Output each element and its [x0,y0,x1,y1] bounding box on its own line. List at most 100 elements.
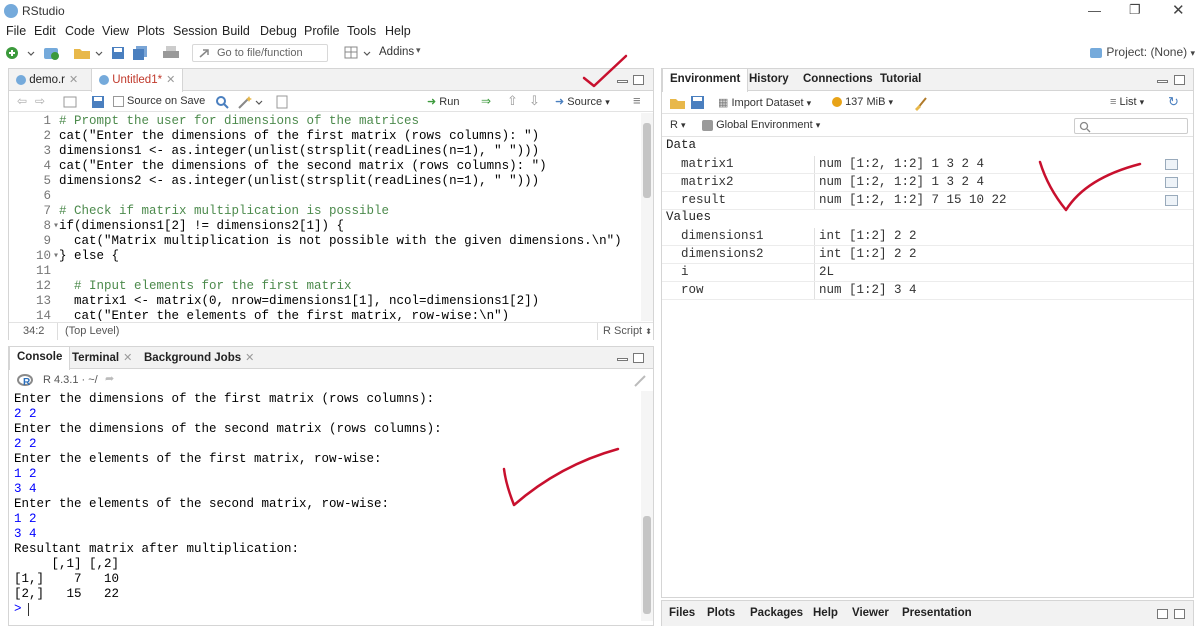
rerun-icon[interactable]: ⇒ [481,94,491,108]
minimize-icon[interactable]: — [1088,3,1101,18]
code-line[interactable]: dimensions1 <- as.integer(unlist(strspli… [59,144,539,158]
clear-console-broom-icon[interactable] [631,373,649,387]
pane-layout-icon[interactable] [344,45,374,61]
code-line[interactable]: dimensions2 <- as.integer(unlist(strspli… [59,174,539,188]
code-line[interactable]: cat("Enter the dimensions of the first m… [59,129,539,143]
code-line[interactable]: cat("Matrix multiplication is not possib… [59,234,622,248]
environment-row[interactable]: i 2L [662,264,1193,282]
code-line[interactable]: if(dimensions1[2] != dimensions2[1]) { [59,219,344,233]
menu-plots[interactable]: Plots [137,24,165,38]
scope-dropdown-icon[interactable]: ▾ [816,120,821,130]
close-tab-icon[interactable]: ✕ [166,74,175,86]
tab-demo-r[interactable]: demo.r ✕ [9,69,85,91]
menu-profile[interactable]: Profile [304,24,339,38]
maximize-pane-icon[interactable] [1174,609,1185,619]
fold-toggle-icon[interactable]: ▾ [51,220,59,232]
menu-help[interactable]: Help [385,24,411,38]
load-workspace-icon[interactable] [668,95,686,111]
view-data-grid-icon[interactable] [1165,159,1178,170]
tab-viewer[interactable]: Viewer [845,603,896,625]
run-button[interactable]: ➜ Run [427,95,459,108]
tab-background-jobs[interactable]: Background Jobs ✕ [137,347,261,369]
import-dataset-button[interactable]: ▦ Import Dataset ▾ [718,96,811,109]
source-dropdown-icon[interactable]: ▾ [605,97,610,107]
save-icon[interactable] [91,95,105,109]
maximize-pane-icon[interactable] [1174,75,1185,85]
console-scroll-thumb[interactable] [643,516,651,614]
compile-report-icon[interactable] [275,95,289,109]
close-tab-icon[interactable]: ✕ [69,74,78,86]
source-on-save-checkbox[interactable] [113,96,124,107]
view-data-grid-icon[interactable] [1165,195,1178,206]
outline-icon[interactable]: ≡ [633,93,641,108]
tab-tutorial[interactable]: Tutorial [873,69,928,91]
minimize-pane-icon[interactable] [1157,80,1168,83]
maximize-pane-icon[interactable] [633,353,644,363]
restore-icon[interactable]: ❐ [1129,2,1141,18]
language-selector[interactable]: R ▾ [670,119,686,131]
addins-menu[interactable]: Addins [379,46,414,58]
view-data-grid-icon[interactable] [1165,177,1178,188]
tab-plots[interactable]: Plots [700,603,742,625]
new-project-icon[interactable] [42,45,62,61]
console-prompt[interactable]: > [14,602,22,616]
environment-row[interactable]: matrix1 num [1:2, 1:2] 1 3 2 4 [662,156,1193,174]
menu-file[interactable]: File [6,24,26,38]
minimize-pane-icon[interactable] [617,80,628,83]
save-icon[interactable] [110,45,126,61]
menu-debug[interactable]: Debug [260,24,297,38]
tab-connections[interactable]: Connections [796,69,880,91]
code-line[interactable]: } else { [59,249,119,263]
search-icon[interactable] [215,95,229,109]
code-tools-wand-icon[interactable] [237,94,265,110]
tab-environment[interactable]: Environment [662,69,749,92]
new-file-icon[interactable] [4,45,36,61]
fold-toggle-icon[interactable]: ▾ [51,250,59,262]
editor-scroll-thumb[interactable] [643,123,651,198]
project-menu[interactable]: Project: (None) ▾ [1089,45,1195,60]
source-button[interactable]: ➜ Source ▾ [555,95,610,108]
code-line[interactable]: # Prompt the user for dimensions of the … [59,114,419,128]
code-line[interactable]: # Check if matrix multiplication is poss… [59,204,389,218]
refresh-icon[interactable]: ↻ [1168,94,1179,110]
memory-dropdown-icon[interactable]: ▾ [888,97,893,107]
tab-untitled1[interactable]: Untitled1* ✕ [91,69,184,92]
save-all-icon[interactable] [132,45,150,61]
tab-packages[interactable]: Packages [743,603,810,625]
open-file-icon[interactable] [72,45,104,61]
show-in-window-icon[interactable] [63,95,77,109]
import-dropdown-icon[interactable]: ▾ [807,98,812,108]
environment-row[interactable]: dimensions2 int [1:2] 2 2 [662,246,1193,264]
minimize-pane-icon[interactable] [617,358,628,361]
environment-scope-selector[interactable]: Global Environment ▾ [702,119,820,131]
go-down-icon[interactable]: ⇩ [529,93,540,109]
clear-workspace-broom-icon[interactable] [914,95,930,111]
forward-icon[interactable]: ⇨ [35,94,45,108]
goto-file-input[interactable]: Go to file/function [192,44,328,62]
back-icon[interactable]: ⇦ [17,94,27,108]
menu-build[interactable]: Build [222,24,250,38]
language-dropdown-icon[interactable]: ▾ [681,120,686,130]
environment-row[interactable]: result num [1:2, 1:2] 7 15 10 22 [662,192,1193,210]
menu-edit[interactable]: Edit [34,24,56,38]
menu-tools[interactable]: Tools [347,24,376,38]
code-line[interactable]: cat("Enter the elements of the first mat… [59,309,509,321]
maximize-pane-icon[interactable] [633,75,644,85]
code-line[interactable]: matrix1 <- matrix(0, nrow=dimensions1[1]… [59,294,539,308]
code-line[interactable]: cat("Enter the dimensions of the second … [59,159,547,173]
code-editor[interactable]: 1 # Prompt the user for dimensions of the… [9,113,641,321]
menu-code[interactable]: Code [65,24,95,38]
tab-help[interactable]: Help [806,603,845,625]
print-icon[interactable] [162,45,180,61]
save-workspace-icon[interactable] [690,95,706,111]
environment-row[interactable]: row num [1:2] 3 4 [662,282,1193,300]
menu-session[interactable]: Session [173,24,217,38]
tab-presentation[interactable]: Presentation [895,603,979,625]
close-tab-icon[interactable]: ✕ [245,352,254,364]
tab-console[interactable]: Console [9,347,71,370]
environment-search-input[interactable] [1074,118,1188,134]
memory-usage[interactable]: 137 MiB ▾ [832,96,893,108]
close-icon[interactable]: ✕ [1172,1,1185,19]
tab-history[interactable]: History [742,69,796,91]
environment-row[interactable]: dimensions1 int [1:2] 2 2 [662,228,1193,246]
